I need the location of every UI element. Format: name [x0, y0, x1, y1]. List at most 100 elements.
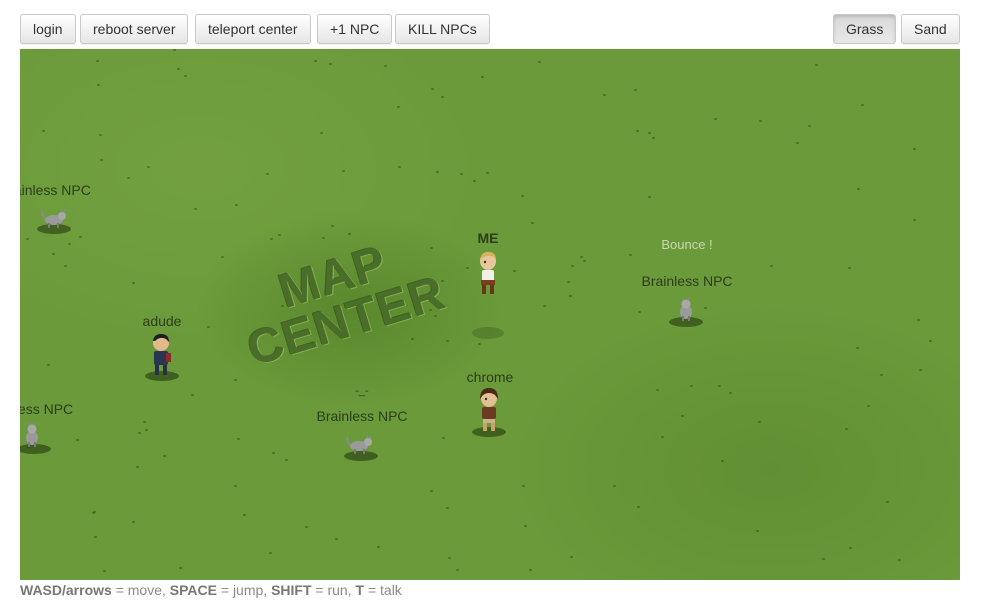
grass-speck: [147, 166, 150, 168]
grass-speck: [431, 88, 434, 90]
chat-bubble: Bounce !: [661, 237, 713, 252]
player-chrome-sprite[interactable]: [477, 387, 501, 433]
grass-speck: [531, 222, 534, 224]
grass-speck: [456, 569, 459, 571]
grass-speck: [132, 521, 135, 523]
sand-terrain-button[interactable]: Sand: [901, 14, 960, 44]
npc-name-label: Brainless NPC: [641, 273, 733, 289]
grass-speck: [917, 319, 920, 321]
grass-speck: [681, 415, 684, 417]
grass-speck: [661, 436, 664, 438]
grass-speck: [100, 159, 103, 161]
grass-speck: [94, 536, 97, 538]
grass-speck: [47, 364, 50, 366]
grass-speck: [729, 392, 732, 394]
grass-terrain-button[interactable]: Grass: [833, 14, 897, 44]
grass-speck: [648, 132, 651, 134]
grass-speck: [79, 236, 82, 238]
grass-speck: [335, 538, 338, 540]
kill-npcs-button[interactable]: KILL NPCs: [395, 14, 490, 44]
grass-speck: [184, 75, 187, 77]
grass-speck: [567, 281, 570, 283]
grass-speck: [704, 307, 707, 309]
grass-speck: [411, 338, 414, 340]
grass-speck: [770, 265, 773, 267]
grass-speck: [580, 256, 583, 258]
game-map[interactable]: MAP CENTER rainless NPC ME Bounce ! Brai…: [20, 49, 960, 580]
grass-speck: [173, 49, 176, 51]
cat-npc-sprite[interactable]: [22, 421, 42, 447]
grass-speck: [235, 204, 238, 206]
help-run: = run,: [311, 582, 356, 598]
grass-speck: [721, 460, 724, 462]
grass-speck: [143, 421, 146, 423]
grass-speck: [234, 379, 237, 381]
grass-speck: [266, 173, 269, 175]
grass-speck: [543, 305, 546, 307]
grass-speck: [342, 170, 345, 172]
key-space: SPACE: [169, 582, 217, 598]
grass-speck: [690, 385, 693, 387]
grass-speck: [348, 233, 351, 235]
key-shift: SHIFT: [271, 582, 312, 598]
grass-speck: [759, 120, 762, 122]
grass-speck: [26, 238, 29, 240]
grass-speck: [603, 94, 606, 96]
grass-speck: [52, 253, 55, 255]
grass-speck: [194, 208, 197, 210]
grass-speck: [481, 76, 484, 78]
grass-speck: [845, 428, 848, 430]
grass-speck: [856, 347, 859, 349]
npc-name-label: rainless NPC: [20, 182, 91, 198]
cat-npc-sprite[interactable]: [676, 297, 696, 321]
teleport-center-button[interactable]: teleport center: [195, 14, 311, 44]
cat-npc-sprite[interactable]: [346, 433, 376, 455]
grass-speck: [270, 238, 273, 240]
player-name-adude: adude: [142, 313, 182, 329]
grass-speck: [861, 104, 864, 106]
grass-speck: [322, 237, 325, 239]
grass-speck: [320, 132, 323, 134]
grass-speck: [815, 64, 818, 66]
grass-speck: [234, 485, 237, 487]
grass-speck: [138, 432, 141, 434]
cat-npc-sprite[interactable]: [39, 207, 69, 229]
npc-name-label: less NPC: [20, 401, 74, 417]
grass-speck: [331, 225, 334, 227]
grass-speck: [460, 173, 463, 175]
grass-speck: [285, 459, 288, 461]
grass-speck: [329, 63, 332, 65]
grass-speck: [272, 452, 275, 454]
jump-shadow: [472, 327, 504, 339]
grass-speck: [68, 243, 71, 245]
grass-speck: [103, 570, 106, 572]
add-npc-button[interactable]: +1 NPC: [317, 14, 393, 44]
grass-speck: [513, 270, 516, 272]
grass-speck: [929, 340, 932, 342]
reboot-server-button[interactable]: reboot server: [80, 14, 189, 44]
grass-speck: [913, 148, 916, 150]
grass-speck: [758, 421, 761, 423]
grass-speck: [430, 490, 433, 492]
player-me-sprite[interactable]: [476, 250, 500, 296]
grass-speck: [207, 326, 210, 328]
player-adude-sprite[interactable]: [149, 333, 175, 377]
grass-speck: [446, 507, 449, 509]
login-button[interactable]: login: [20, 14, 76, 44]
npc-name-label: Brainless NPC: [316, 408, 408, 424]
grass-speck: [377, 546, 380, 548]
grass-speck: [913, 219, 916, 221]
help-move: = move,: [111, 582, 170, 598]
grass-speck: [538, 61, 541, 63]
grass-speck: [99, 134, 102, 136]
grass-speck: [76, 439, 79, 441]
grass-speck: [822, 558, 825, 560]
grass-speck: [179, 567, 182, 569]
grass-speck: [656, 389, 659, 391]
grass-speck: [486, 172, 489, 174]
grass-speck: [569, 295, 572, 297]
grass-speck: [436, 171, 439, 173]
grass-speck: [442, 437, 445, 439]
grass-speck: [145, 429, 148, 431]
grass-speck: [446, 340, 449, 342]
